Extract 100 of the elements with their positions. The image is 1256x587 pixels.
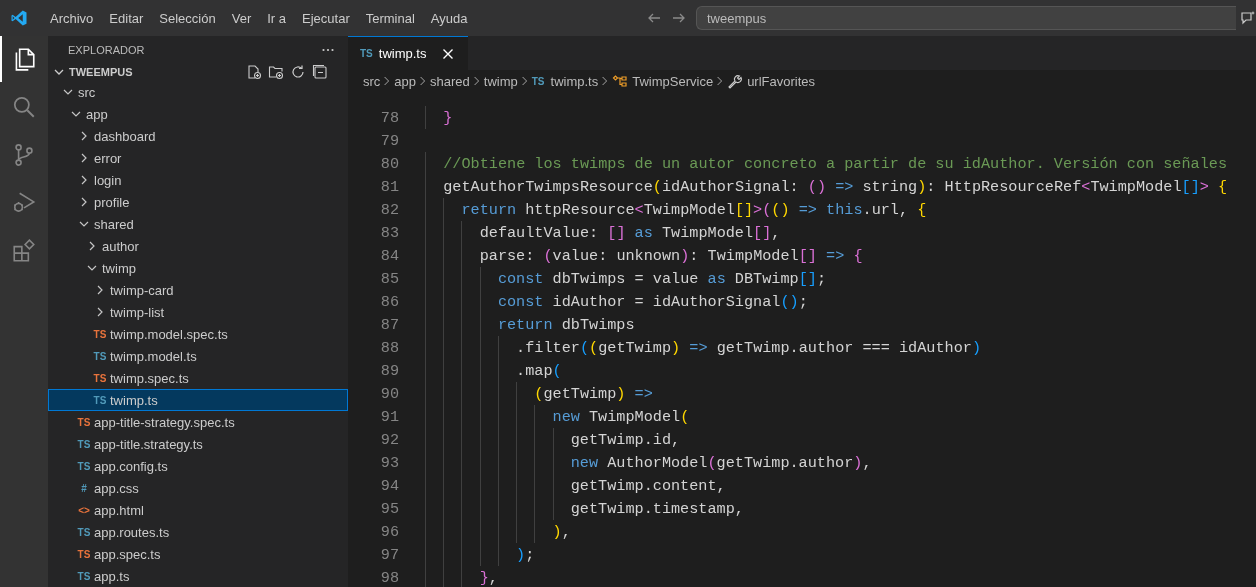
tree-item[interactable]: app xyxy=(48,103,348,125)
item-label: app xyxy=(86,106,108,122)
tree-item[interactable]: <> app.html xyxy=(48,499,348,521)
item-label: app.html xyxy=(94,502,144,518)
refresh-icon[interactable] xyxy=(290,64,306,81)
chevron-icon xyxy=(601,74,610,88)
code-line: parse: (value: unknown): TwimpModel[] => { xyxy=(479,245,863,267)
tree-item[interactable]: error xyxy=(48,147,348,169)
tree-item[interactable]: TS app.spec.ts xyxy=(48,543,348,565)
line-number: 83 xyxy=(379,223,399,242)
code-line: getTwimp.id, xyxy=(570,429,681,451)
menu-item[interactable]: Editar xyxy=(101,10,152,26)
item-label: app.config.ts xyxy=(94,458,168,474)
tree-item[interactable]: author xyxy=(48,235,348,257)
file-type-icon: TS xyxy=(76,416,92,428)
line-number: 87 xyxy=(379,315,399,334)
item-label: app.ts xyxy=(94,568,130,584)
tree-item[interactable]: TS twimp.spec.ts xyxy=(48,367,348,389)
line-number: 95 xyxy=(379,499,399,518)
menu-item[interactable]: Selección xyxy=(151,10,224,26)
line-number: 79 xyxy=(379,131,399,150)
tree-item[interactable]: shared xyxy=(48,213,348,235)
code-line: ); xyxy=(516,544,535,566)
line-number: 84 xyxy=(379,246,399,265)
line-number: 81 xyxy=(379,177,399,196)
code-line: new AuthorModel(getTwimp.author), xyxy=(570,452,872,474)
breadcrumb-item[interactable]: shared xyxy=(430,73,470,89)
file-type-icon: TS xyxy=(76,438,92,450)
code-line: .filter((getTwimp) => getTwimp.author === idAuthor) xyxy=(516,337,981,359)
menu-item[interactable]: Archivo xyxy=(42,10,102,26)
tree-item[interactable]: twimp xyxy=(48,257,348,279)
command-center[interactable]: tweempus xyxy=(696,6,1236,30)
breadcrumb-item[interactable]: src xyxy=(363,73,381,89)
breadcrumb-item[interactable]: TwimpService xyxy=(632,73,714,89)
tree-item[interactable]: TS app.ts xyxy=(48,565,348,587)
tree-item[interactable]: TS app-title.strategy.ts xyxy=(48,433,348,455)
new-folder-icon[interactable] xyxy=(268,64,284,81)
code-line: }, xyxy=(479,567,498,587)
extensions-icon[interactable] xyxy=(11,238,37,264)
project-title[interactable]: TWEEMPUS xyxy=(69,66,133,79)
breadcrumb-item[interactable]: twimp.ts xyxy=(550,73,599,89)
code-line: ), xyxy=(552,521,571,543)
breadcrumb-item[interactable]: urlFavorites xyxy=(747,73,816,89)
line-number: 93 xyxy=(379,453,399,472)
editor-tab[interactable]: TS twimp.ts xyxy=(348,36,469,70)
line-number: 94 xyxy=(379,476,399,495)
tree-item[interactable]: TS app-title-strategy.spec.ts xyxy=(48,411,348,433)
code-line: getAuthorTwimpsResource(idAuthorSignal: () => string): HttpResourceRef<TwimpModel[]> { xyxy=(443,176,1228,198)
collapse-all-icon[interactable] xyxy=(312,64,328,81)
code-line: new TwimpModel( xyxy=(552,406,690,428)
breadcrumb-item[interactable]: twimp xyxy=(483,73,518,89)
menu-item[interactable]: Terminal xyxy=(357,10,423,26)
item-label: app-title-strategy.spec.ts xyxy=(94,414,235,430)
tree-item[interactable]: profile xyxy=(48,191,348,213)
breadcrumb-item[interactable]: app xyxy=(394,73,417,89)
line-number: 86 xyxy=(379,292,399,311)
item-label: profile xyxy=(94,194,130,210)
tree-item[interactable]: # app.css xyxy=(48,477,348,499)
menu-item[interactable]: Ejecutar xyxy=(294,10,358,26)
line-number: 91 xyxy=(379,407,399,426)
item-label: twimp.model.ts xyxy=(110,348,197,364)
tree-item[interactable]: TS app.config.ts xyxy=(48,455,348,477)
chat-icon[interactable] xyxy=(1240,10,1256,26)
chevron-icon xyxy=(472,74,481,88)
item-label: twimp-card xyxy=(110,282,174,298)
tree-item[interactable]: dashboard xyxy=(48,125,348,147)
menu-item[interactable]: Ver xyxy=(223,10,260,26)
line-number: 97 xyxy=(379,545,399,564)
code-line: return httpResource<TwimpModel[]>(() => this.url, { xyxy=(461,199,927,221)
tree-item[interactable]: TS twimp.ts xyxy=(48,389,348,411)
item-label: login xyxy=(94,172,122,188)
tree-item[interactable]: TS twimp.model.spec.ts xyxy=(48,323,348,345)
code-line: getTwimp.content, xyxy=(570,475,726,497)
item-label: twimp-list xyxy=(110,304,165,320)
menu-item[interactable]: Ir a xyxy=(259,10,294,26)
new-file-icon[interactable] xyxy=(246,64,262,81)
tree-item[interactable]: TS twimp.model.ts xyxy=(48,345,348,367)
item-label: twimp xyxy=(102,260,136,276)
file-type-icon: TS xyxy=(76,570,92,582)
item-label: author xyxy=(102,238,139,254)
file-type-icon: TS xyxy=(76,526,92,538)
panel-title: EXPLORADOR xyxy=(68,43,145,56)
tree-item[interactable]: login xyxy=(48,169,348,191)
tree-item[interactable]: twimp-card xyxy=(48,279,348,301)
search-icon[interactable] xyxy=(11,94,37,120)
app-logo-icon xyxy=(10,9,28,27)
tree-item[interactable]: src xyxy=(48,81,348,103)
item-label: src xyxy=(78,84,96,100)
code-line: const idAuthor = idAuthorSignal(); xyxy=(497,291,808,313)
tree-item[interactable]: twimp-list xyxy=(48,301,348,323)
code-line: return dbTwimps xyxy=(497,314,635,336)
code-line: .map( xyxy=(516,360,562,382)
menu-item[interactable]: Ayuda xyxy=(422,10,476,26)
item-label: app.css xyxy=(94,480,139,496)
chevron-icon xyxy=(383,74,392,88)
tree-item[interactable]: TS app.routes.ts xyxy=(48,521,348,543)
file-type-icon: TS xyxy=(76,548,92,560)
line-number: 96 xyxy=(379,522,399,541)
line-number: 90 xyxy=(379,384,399,403)
code-line: getTwimp.timestamp, xyxy=(570,498,744,520)
